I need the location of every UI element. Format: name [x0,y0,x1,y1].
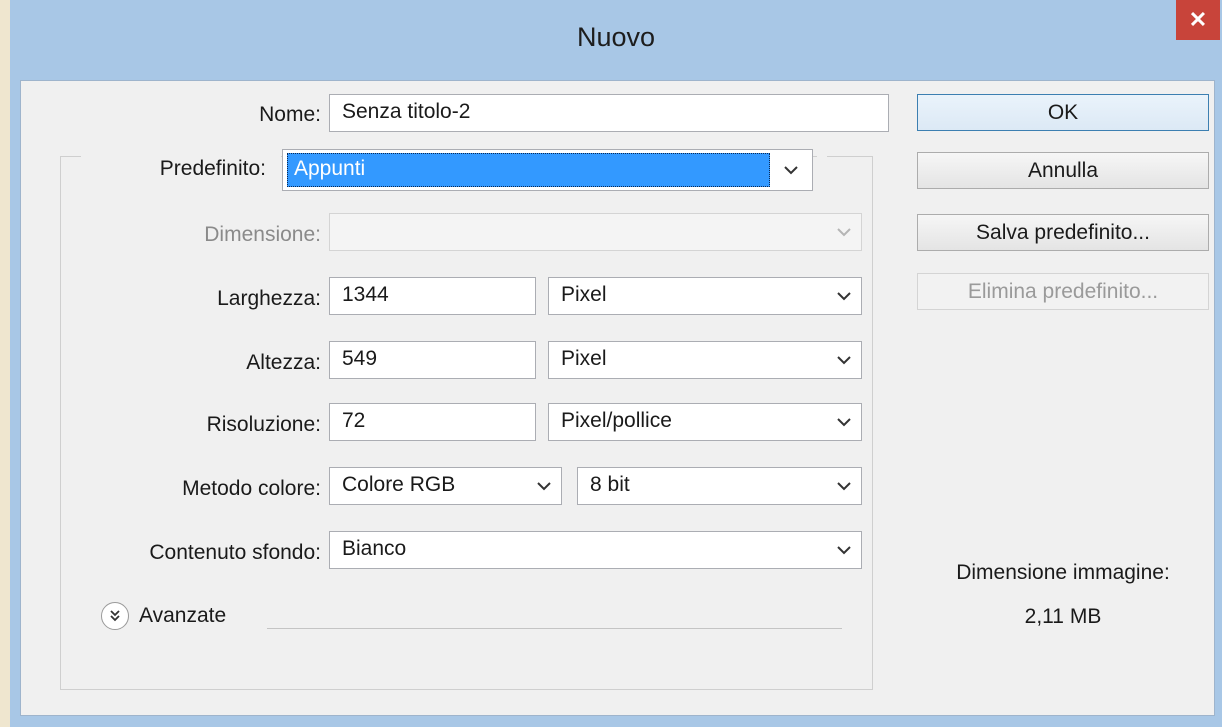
delete-preset-button[interactable]: Elimina predefinito... [917,273,1209,310]
dialog-window: Nuovo ✕ Nome: Senza titolo-2 Predefinito… [10,0,1222,727]
cancel-button[interactable]: Annulla [917,152,1209,189]
color-mode-label: Metodo colore: [182,477,321,500]
dialog-content: Nome: Senza titolo-2 Predefinito: Appunt… [20,80,1215,716]
image-size-value: 2,11 MB [1024,605,1102,628]
height-unit-select[interactable]: Pixel [548,341,862,379]
chevron-down-icon [837,482,851,491]
chevron-down-icon [784,166,798,175]
width-unit-value: Pixel [561,283,607,306]
save-preset-button[interactable]: Salva predefinito... [917,214,1209,251]
size-select[interactable] [329,213,862,251]
preset-select[interactable]: Appunti [282,149,813,191]
bit-depth-value: 8 bit [590,473,630,496]
preset-selected-value: Appunti [287,153,770,187]
chevron-down-icon [837,356,851,365]
resolution-field[interactable]: 72 [329,403,536,441]
advanced-label[interactable]: Avanzate [139,604,226,628]
height-label: Altezza: [246,351,321,374]
image-size-label: Dimensione immagine: [956,561,1170,584]
width-unit-select[interactable]: Pixel [548,277,862,315]
width-field[interactable]: 1344 [329,277,536,315]
preset-label: Predefinito: [159,157,266,180]
size-label: Dimensione: [204,223,321,246]
height-unit-value: Pixel [561,347,607,370]
background-value: Bianco [342,537,407,560]
close-icon: ✕ [1188,7,1208,32]
double-chevron-down-icon [110,610,120,622]
bit-depth-select[interactable]: 8 bit [577,467,862,505]
chevron-down-icon [837,292,851,301]
background-label: Contenuto sfondo: [149,541,321,564]
color-mode-value: Colore RGB [342,473,456,496]
name-label: Nome: [259,103,321,126]
chevron-down-icon [537,482,551,491]
resolution-unit-select[interactable]: Pixel/pollice [548,403,862,441]
width-label: Larghezza: [217,287,321,310]
ok-button[interactable]: OK [917,94,1209,131]
height-field[interactable]: 549 [329,341,536,379]
advanced-toggle-button[interactable] [101,602,129,630]
chevron-down-icon [837,228,851,237]
resolution-label: Risoluzione: [206,413,321,436]
close-button[interactable]: ✕ [1176,0,1220,40]
dialog-title: Nuovo [576,22,656,52]
resolution-unit-value: Pixel/pollice [561,409,672,432]
color-mode-select[interactable]: Colore RGB [329,467,562,505]
name-field[interactable]: Senza titolo-2 [329,94,889,132]
background-select[interactable]: Bianco [329,531,862,569]
group-border-gap [817,151,827,171]
chevron-down-icon [837,546,851,555]
advanced-divider [267,628,842,629]
chevron-down-icon [837,418,851,427]
title-bar[interactable]: Nuovo ✕ [10,0,1222,80]
